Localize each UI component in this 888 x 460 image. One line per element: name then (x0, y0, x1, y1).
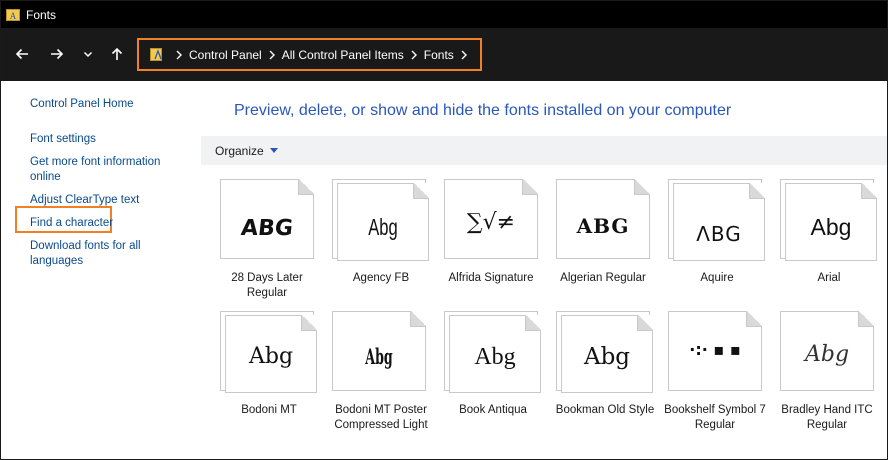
font-name: Agency FB (352, 272, 410, 284)
font-file-icon: ΛBG (673, 183, 765, 261)
organize-button[interactable]: Organize (215, 144, 278, 158)
font-settings-link[interactable]: Font settings (30, 132, 190, 147)
control-panel-home-link[interactable]: Control Panel Home (30, 97, 190, 112)
font-name: Bookman Old Style (555, 404, 655, 416)
font-name: Algerian Regular (560, 272, 646, 284)
command-bar: Organize (201, 136, 887, 165)
chevron-right-icon[interactable] (265, 48, 279, 62)
breadcrumb-fonts[interactable]: Fonts (424, 48, 454, 62)
font-file-icon: ABG (220, 179, 314, 259)
font-name: Arial (817, 272, 841, 284)
font-file-icon: ∑√≠ (444, 179, 538, 259)
control-panel-folder-icon (149, 47, 165, 63)
font-file-icon: Abg (337, 183, 429, 261)
navigation-bar: Control Panel All Control Panel Items Fo… (1, 28, 887, 81)
font-tile[interactable]: Abg Book Antiqua (444, 311, 554, 451)
font-preview: ΛBG (696, 222, 742, 246)
find-character-link[interactable]: Find a character (30, 216, 190, 231)
font-preview: ∑√≠ (466, 210, 516, 235)
title-bar: A Fonts (1, 1, 887, 28)
font-preview: Abg (248, 344, 294, 369)
recent-locations-chevron-icon[interactable] (77, 43, 99, 65)
fonts-app-icon: A (5, 7, 21, 23)
font-name: Bradley Hand ITC Regular (781, 404, 873, 431)
font-preview: Abg (804, 342, 850, 367)
back-arrow-icon[interactable] (11, 43, 33, 65)
more-font-info-link[interactable]: Get more font information online (30, 155, 180, 185)
font-file-icon: Abg (780, 311, 874, 391)
font-preview: Abg (810, 214, 852, 240)
font-tile[interactable]: ABG 28 Days Later Regular (220, 179, 330, 319)
font-name: Bodoni MT Poster Compressed Light (334, 404, 428, 431)
font-preview: Abg (368, 214, 398, 240)
chevron-right-icon[interactable] (457, 48, 471, 62)
forward-arrow-icon[interactable] (46, 43, 68, 65)
font-name: Aquire (700, 272, 734, 284)
window-title: Fonts (26, 7, 57, 22)
font-tile[interactable]: Abg Arial (780, 179, 887, 319)
font-file-icon: Abg (449, 315, 541, 393)
font-preview: Abg (365, 344, 393, 369)
font-preview: Abg (583, 344, 631, 370)
font-name: Bookshelf Symbol 7 Regular (664, 404, 766, 431)
font-preview: ABG (239, 216, 295, 241)
font-tile[interactable]: Abg Bookman Old Style (556, 311, 666, 451)
chevron-right-icon[interactable] (407, 48, 421, 62)
organize-label: Organize (215, 143, 264, 158)
breadcrumb-all-items[interactable]: All Control Panel Items (282, 48, 404, 62)
font-tile[interactable]: Abg Bodoni MT Poster Compressed Light (332, 311, 442, 451)
svg-text:A: A (10, 11, 17, 21)
font-preview: ABG (576, 214, 630, 238)
font-preview: ·:· ▪ ▪ (689, 340, 741, 359)
font-file-icon: ABG (556, 179, 650, 259)
page-heading: Preview, delete, or show and hide the fo… (234, 102, 732, 119)
font-file-icon: Abg (225, 315, 317, 393)
font-file-icon: Abg (785, 183, 877, 261)
font-name: 28 Days Later Regular (231, 272, 303, 299)
left-pane: Control Panel Home Font settings Get mor… (1, 81, 201, 459)
font-tile[interactable]: ∑√≠ Alfrida Signature (444, 179, 554, 319)
font-tile[interactable]: ABG Algerian Regular (556, 179, 666, 319)
font-tile[interactable]: Abg Agency FB (332, 179, 442, 319)
font-name: Bodoni MT (241, 404, 297, 416)
breadcrumb-control-panel[interactable]: Control Panel (189, 48, 262, 62)
adjust-cleartype-link[interactable]: Adjust ClearType text (30, 193, 190, 208)
font-name: Book Antiqua (459, 404, 527, 416)
font-tile[interactable]: Abg Bradley Hand ITC Regular (780, 311, 887, 451)
fonts-window: A Fonts Control Panel All Control Panel … (0, 0, 888, 460)
up-arrow-icon[interactable] (106, 43, 128, 65)
dropdown-caret-icon (269, 148, 278, 153)
download-fonts-link[interactable]: Download fonts for all languages (30, 239, 160, 269)
font-tile[interactable]: Abg Bodoni MT (220, 311, 330, 451)
font-file-icon: Abg (332, 311, 426, 391)
font-file-icon: ·:· ▪ ▪ (668, 311, 762, 391)
address-bar[interactable]: Control Panel All Control Panel Items Fo… (137, 38, 482, 71)
font-file-icon: Abg (561, 315, 653, 393)
chevron-right-icon[interactable] (172, 48, 186, 62)
font-preview: Abg (474, 344, 516, 370)
font-tile[interactable]: ΛBG Aquire (668, 179, 778, 319)
font-tile[interactable]: ·:· ▪ ▪ Bookshelf Symbol 7 Regular (664, 311, 778, 451)
font-name: Alfrida Signature (448, 272, 534, 284)
